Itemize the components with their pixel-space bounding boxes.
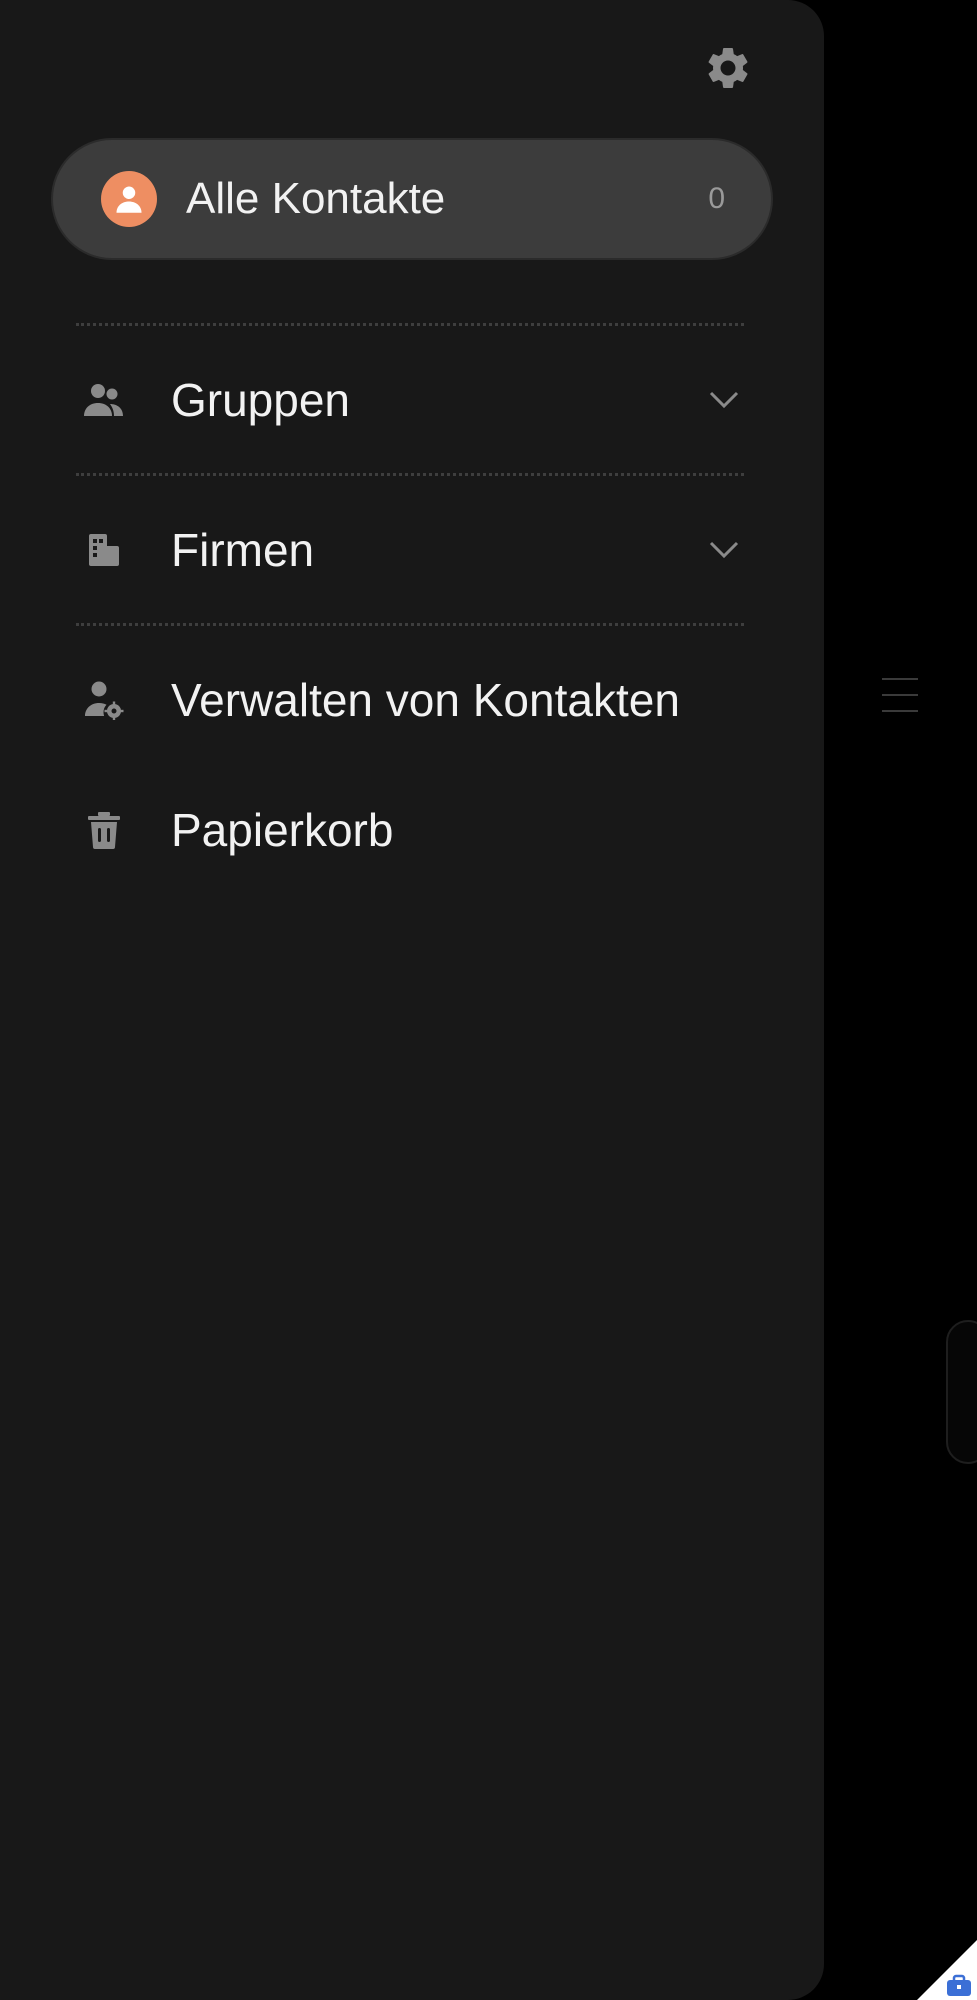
person-icon <box>116 186 142 213</box>
chevron-down-icon[interactable] <box>704 380 744 420</box>
divider <box>76 473 744 476</box>
building-icon <box>84 530 124 570</box>
all-contacts-label: Alle Kontakte <box>186 174 446 223</box>
manage-contacts-icon <box>84 680 124 720</box>
menu-icon[interactable] <box>880 675 920 715</box>
contact-count: 0 <box>708 182 725 215</box>
groups-icon <box>84 380 124 420</box>
menu-label-companies: Firmen <box>171 524 315 576</box>
menu-item-trash[interactable]: Papierkorb <box>0 770 824 890</box>
menu-item-manage-contacts[interactable]: Verwalten von Kontakten <box>0 640 824 760</box>
navigation-drawer: Alle Kontakte 0 Gruppen Firmen Verwalten… <box>0 0 824 2000</box>
screen: Alle Kontakte 0 Gruppen Firmen Verwalten… <box>0 0 977 2000</box>
chevron-down-icon[interactable] <box>704 530 744 570</box>
menu-label-trash: Papierkorb <box>171 804 394 856</box>
menu-label-manage-contacts: Verwalten von Kontakten <box>171 674 680 726</box>
menu-item-companies[interactable]: Firmen <box>0 490 824 610</box>
avatar <box>101 171 157 227</box>
trash-icon <box>84 810 124 850</box>
menu-label-groups: Gruppen <box>171 374 351 426</box>
menu-item-groups[interactable]: Gruppen <box>0 340 824 460</box>
divider <box>76 623 744 626</box>
work-profile-icon <box>917 1940 977 2000</box>
divider <box>76 323 744 326</box>
all-contacts-item[interactable]: Alle Kontakte 0 <box>53 140 771 258</box>
gear-icon <box>708 47 748 88</box>
scroll-handle[interactable] <box>946 1320 977 1464</box>
settings-button[interactable] <box>700 40 756 96</box>
